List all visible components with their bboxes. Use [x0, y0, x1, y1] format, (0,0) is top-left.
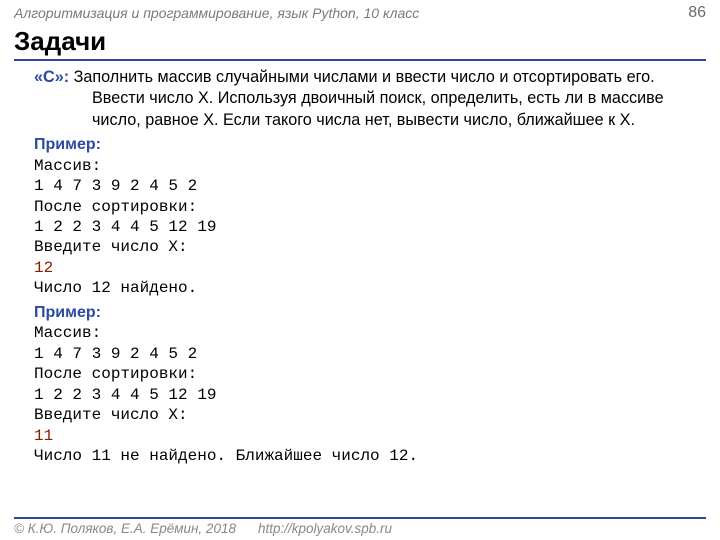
example1-sorted-label: После сортировки:: [34, 197, 686, 217]
task-text-part1: Заполнить массив случайными числами и вв…: [74, 68, 664, 129]
example-block-1: Пример: Массив: 1 4 7 3 9 2 4 5 2 После …: [34, 135, 686, 299]
copyright-text: © К.Ю. Поляков, Е.А. Ерёмин, 2018: [14, 521, 236, 536]
example2-input-prompt: Введите число X:: [34, 405, 686, 425]
footer-bar: © К.Ю. Поляков, Е.А. Ерёмин, 2018 http:/…: [14, 517, 706, 536]
example2-array-values: 1 4 7 3 9 2 4 5 2: [34, 344, 686, 364]
example1-label: Пример:: [34, 135, 686, 155]
example1-result: Число 12 найдено.: [34, 278, 686, 298]
content-area: «C»: Заполнить массив случайными числами…: [0, 61, 720, 467]
slide-page: Алгоритмизация и программирование, язык …: [0, 0, 720, 540]
example2-input-value: 11: [34, 426, 686, 446]
example1-array-label: Массив:: [34, 156, 686, 176]
footer-url: http://kpolyakov.spb.ru: [258, 521, 392, 536]
example1-array-values: 1 4 7 3 9 2 4 5 2: [34, 176, 686, 196]
example1-sorted-values: 1 2 2 3 4 4 5 12 19: [34, 217, 686, 237]
subject-text: Алгоритмизация и программирование, язык …: [14, 5, 419, 21]
title-wrap: Задачи: [0, 26, 720, 61]
task-level-label: «C»:: [34, 68, 69, 86]
example2-sorted-values: 1 2 2 3 4 4 5 12 19: [34, 385, 686, 405]
example2-label: Пример:: [34, 303, 686, 323]
header-bar: Алгоритмизация и программирование, язык …: [0, 0, 720, 24]
example-block-2: Пример: Массив: 1 4 7 3 9 2 4 5 2 После …: [34, 303, 686, 467]
example1-input-value: 12: [34, 258, 686, 278]
example2-result: Число 11 не найдено. Ближайшее число 12.: [34, 446, 686, 466]
example1-input-prompt: Введите число X:: [34, 237, 686, 257]
task-description: «C»: Заполнить массив случайными числами…: [92, 67, 686, 131]
example2-sorted-label: После сортировки:: [34, 364, 686, 384]
page-number: 86: [688, 4, 706, 22]
page-title: Задачи: [14, 26, 706, 61]
example2-array-label: Массив:: [34, 323, 686, 343]
